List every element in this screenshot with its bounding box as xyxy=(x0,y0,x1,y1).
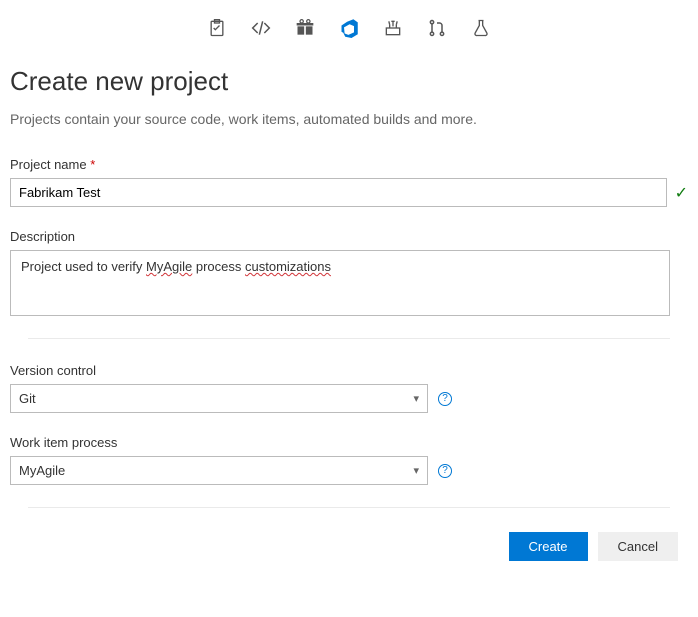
project-name-label: Project name * xyxy=(10,157,688,172)
action-footer: Create Cancel xyxy=(10,532,688,561)
work-item-process-value: MyAgile xyxy=(19,463,65,478)
version-control-select[interactable]: Git ▾ xyxy=(10,384,428,413)
valid-checkmark-icon: ✓ xyxy=(675,183,688,203)
work-item-process-label: Work item process xyxy=(10,435,688,450)
chevron-down-icon: ▾ xyxy=(413,392,419,405)
cancel-button[interactable]: Cancel xyxy=(598,532,678,561)
work-items-icon[interactable] xyxy=(207,18,227,38)
pull-request-icon[interactable] xyxy=(427,18,447,38)
version-control-field: Version control Git ▾ ? xyxy=(10,363,688,413)
version-control-help-icon[interactable]: ? xyxy=(438,392,452,406)
required-asterisk: * xyxy=(90,157,95,172)
work-item-process-help-icon[interactable]: ? xyxy=(438,464,452,478)
description-input[interactable]: Project used to verify MyAgile process c… xyxy=(10,250,670,316)
gift-icon[interactable] xyxy=(295,18,315,38)
devops-logo-icon[interactable] xyxy=(339,18,359,38)
project-name-input[interactable] xyxy=(10,178,667,207)
test-flask-icon[interactable] xyxy=(471,18,491,38)
version-control-value: Git xyxy=(19,391,36,406)
version-control-label: Version control xyxy=(10,363,688,378)
project-name-field: Project name * ✓ xyxy=(10,157,688,207)
chevron-down-icon: ▾ xyxy=(413,464,419,477)
create-button[interactable]: Create xyxy=(509,532,588,561)
divider xyxy=(28,507,670,508)
page-subtitle: Projects contain your source code, work … xyxy=(10,111,688,127)
work-item-process-field: Work item process MyAgile ▾ ? xyxy=(10,435,688,485)
build-icon[interactable] xyxy=(383,18,403,38)
code-icon[interactable] xyxy=(251,18,271,38)
nav-icon-bar xyxy=(0,0,698,66)
description-label: Description xyxy=(10,229,688,244)
work-item-process-select[interactable]: MyAgile ▾ xyxy=(10,456,428,485)
description-field: Description Project used to verify MyAgi… xyxy=(10,229,688,316)
divider xyxy=(28,338,670,339)
page-title: Create new project xyxy=(10,66,688,97)
